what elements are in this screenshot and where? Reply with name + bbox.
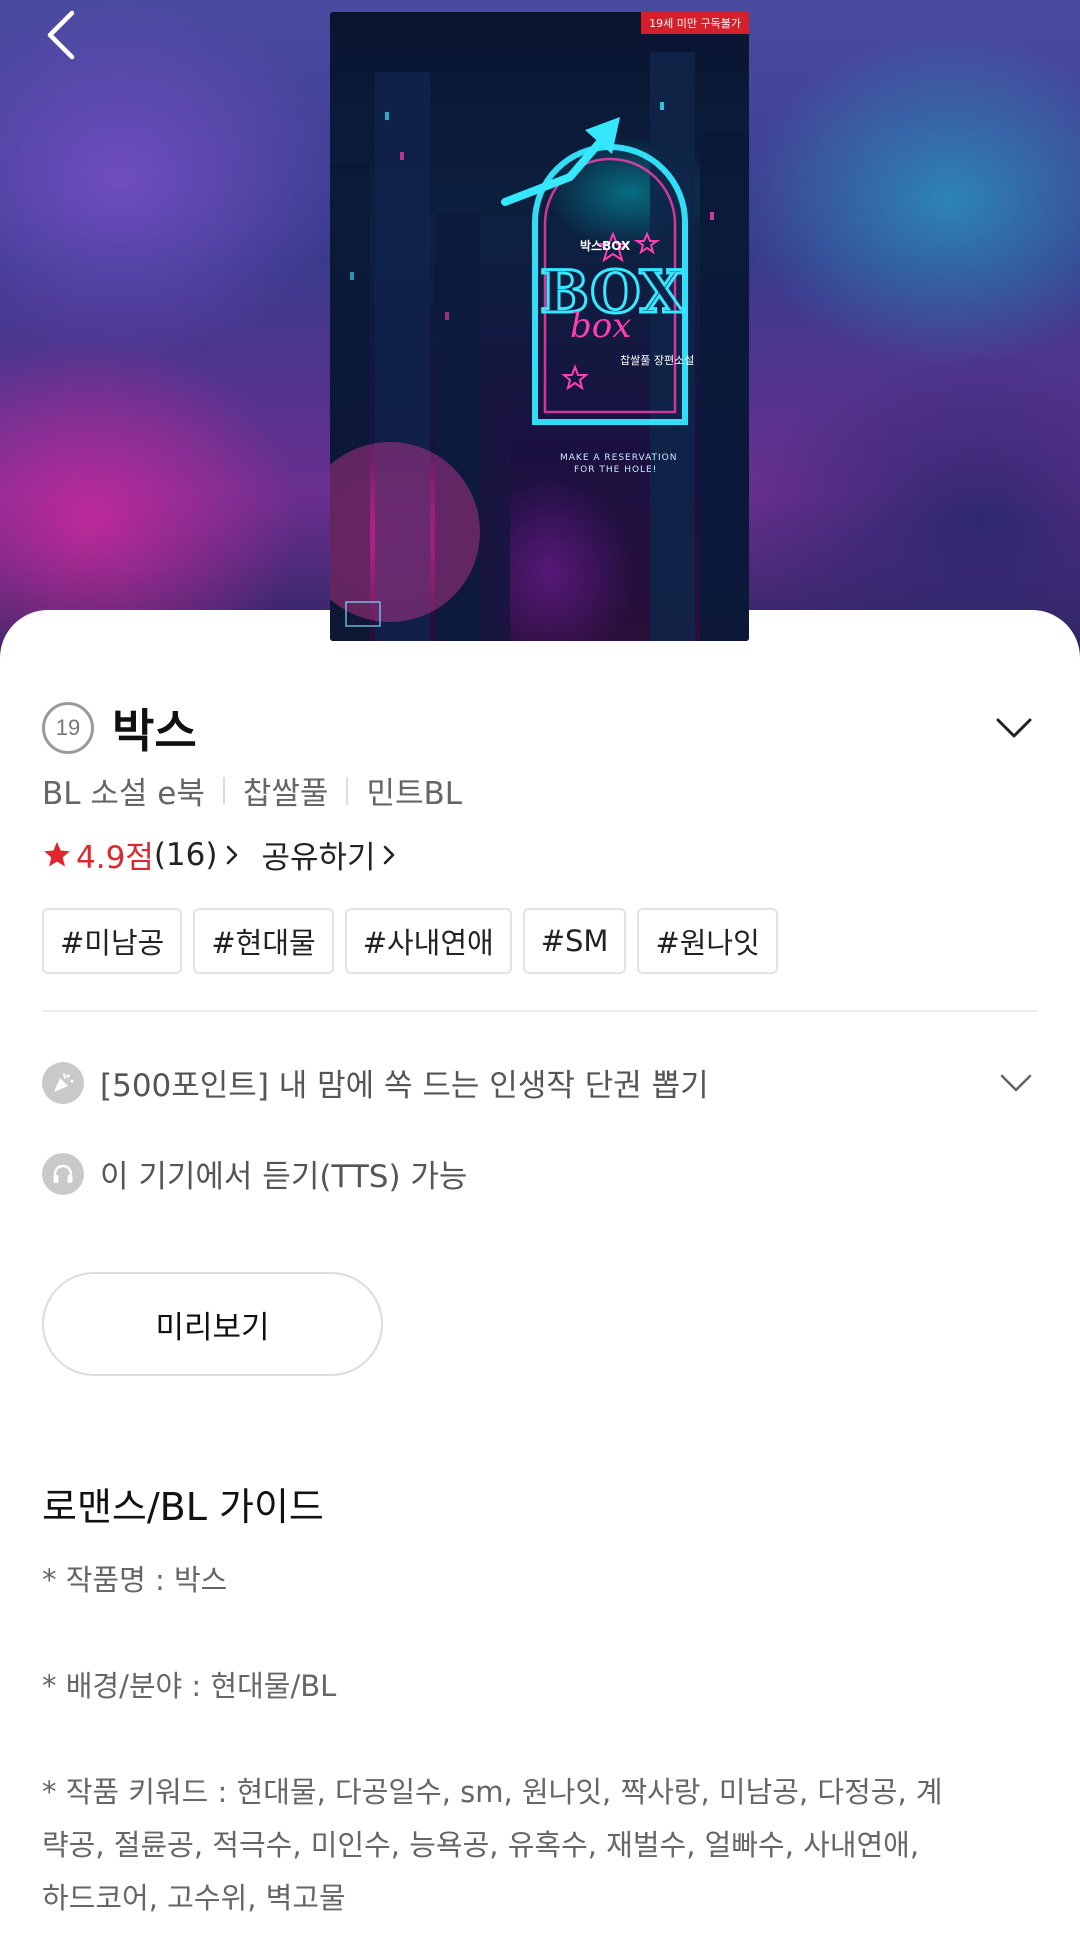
cover-logo-script: box — [570, 306, 631, 346]
age-19-badge: 19 — [42, 702, 94, 754]
meta-row: BL 소설 e북 찹쌀풀 민트BL — [42, 768, 462, 813]
cover-art: 박스BOX BOX box 찹쌀풀 장편소설 MAKE A RESERVATIO… — [330, 52, 749, 641]
event-promo-text: [500포인트] 내 맘에 쏙 드는 인생작 단권 뽑기 — [100, 1068, 709, 1104]
tag-list: #미남공 #현대물 #사내연애 #SM #원나잇 — [42, 908, 778, 974]
tag-chip[interactable]: #현대물 — [193, 908, 334, 974]
detail-card: 19 박스 BL 소설 e북 찹쌀풀 민트BL 4.9점 (16) 공유하기 #… — [0, 610, 1080, 1944]
meta-category[interactable]: BL 소설 e북 — [42, 768, 205, 813]
chevron-down-icon — [996, 718, 1032, 738]
expand-button[interactable] — [990, 704, 1038, 752]
rating-count[interactable]: (16) — [154, 837, 218, 873]
tts-row: 이 기기에서 듣기(TTS) 가능 — [42, 1151, 1038, 1196]
age-badge-text: 19 — [55, 715, 81, 740]
tag-chip[interactable]: #미남공 — [42, 908, 183, 974]
tts-text: 이 기기에서 듣기(TTS) 가능 — [100, 1159, 468, 1195]
book-title: 박스 — [112, 704, 197, 758]
chevron-right-icon[interactable] — [382, 844, 396, 866]
meta-author[interactable]: 찹쌀풀 — [243, 768, 329, 813]
rating-row: 4.9점 (16) 공유하기 — [42, 832, 418, 877]
preview-button[interactable]: 미리보기 — [42, 1272, 383, 1376]
cover-author-line: 찹쌀풀 장편소설 — [620, 354, 694, 367]
party-popper-icon — [42, 1061, 84, 1104]
chevron-right-icon[interactable] — [225, 844, 239, 866]
meta-publisher[interactable]: 민트BL — [366, 768, 462, 813]
tag-chip[interactable]: #사내연애 — [344, 908, 512, 974]
tag-chip[interactable]: #SM — [522, 908, 627, 974]
meta-divider — [222, 776, 225, 805]
headphones-icon — [42, 1152, 84, 1195]
guide-line: * 배경/분야 : 현대물/BL — [42, 1669, 337, 1703]
star-icon — [44, 841, 70, 866]
chevron-down-icon[interactable] — [1000, 1073, 1032, 1093]
rating-value[interactable]: 4.9점 — [76, 832, 154, 877]
cover-tagline: FOR THE HOLE! — [574, 465, 657, 475]
title-row: 19 박스 — [42, 698, 1038, 758]
guide-line: * 작품명 : 박스 — [42, 1563, 228, 1597]
guide-line: 하드코어, 고수위, 벽고물 — [42, 1881, 346, 1915]
age-restriction-label: 19세 미만 구독불가 — [641, 12, 749, 34]
divider — [42, 1010, 1038, 1012]
cover-tagline: MAKE A RESERVATION — [560, 453, 678, 463]
share-link[interactable]: 공유하기 — [261, 832, 375, 877]
cover-publisher-mark: 박스BOX — [580, 238, 631, 253]
guide-line: * 작품 키워드 : 현대물, 다공일수, sm, 원나잇, 짝사랑, 미남공,… — [42, 1775, 943, 1809]
back-button[interactable] — [36, 4, 86, 66]
guide-title: 로맨스/BL 가이드 — [42, 1485, 324, 1529]
event-promo-row[interactable]: [500포인트] 내 맘에 쏙 드는 인생작 단권 뽑기 — [42, 1060, 1038, 1105]
chevron-left-icon — [47, 10, 75, 60]
meta-divider — [346, 776, 349, 805]
guide-line: 략공, 절륜공, 적극수, 미인수, 능욕공, 유혹수, 재벌수, 얼빠수, 사… — [42, 1828, 920, 1862]
tag-chip[interactable]: #원나잇 — [637, 908, 778, 974]
book-cover-image[interactable]: 박스BOX BOX box 찹쌀풀 장편소설 MAKE A RESERVATIO… — [330, 12, 749, 641]
